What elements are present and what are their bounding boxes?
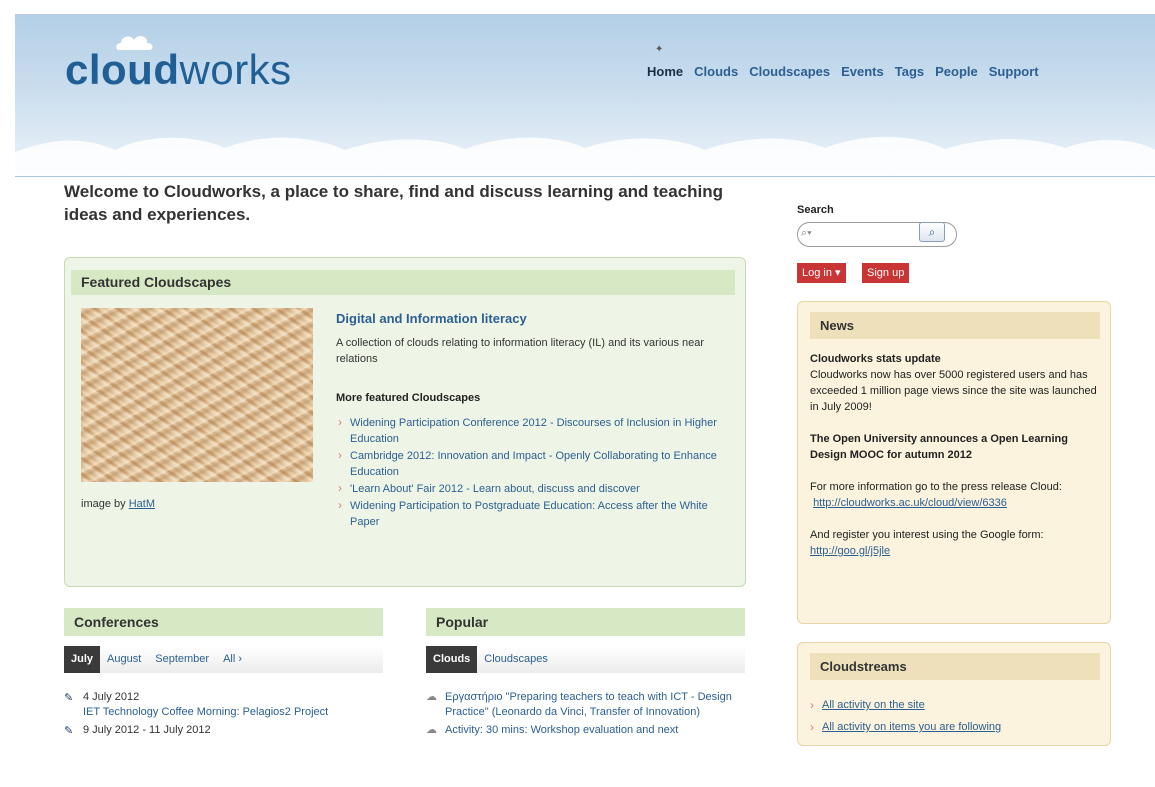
nav-marker-icon: ✦ — [655, 44, 664, 55]
tab-clouds[interactable]: Clouds — [426, 646, 478, 673]
conferences-panel: Conferences July August September All › … — [64, 608, 383, 741]
tab-august[interactable]: August — [100, 646, 148, 673]
image-credit: image by HatM — [81, 498, 155, 510]
event-date: 9 July 2012 - 11 July 2012 — [83, 724, 211, 736]
list-item: ✎ 9 July 2012 - 11 July 2012 — [64, 723, 383, 738]
cloud-icon: ☁ — [426, 724, 437, 736]
google-form-link[interactable]: http://goo.gl/j5jle — [810, 545, 890, 557]
nav-home[interactable]: Home — [647, 64, 683, 79]
cloudstream-link[interactable]: All activity on the site — [810, 698, 1001, 712]
popular-item-link[interactable]: ☁ Activity: 30 mins: Workshop evaluation… — [426, 723, 745, 738]
news-item-title: Cloudworks stats update — [810, 353, 941, 365]
popular-list: ☁ Εργαστήριο "Preparing teachers to teac… — [426, 690, 745, 738]
press-release-link[interactable]: http://cloudworks.ac.uk/cloud/view/6336 — [813, 497, 1007, 509]
popular-tabs: Clouds Cloudscapes — [426, 646, 745, 673]
search-label: Search — [797, 204, 834, 216]
conferences-tabs: July August September All › — [64, 646, 383, 673]
cloudstream-link[interactable]: All activity on items you are following — [810, 720, 1001, 734]
popular-item-text: Activity: 30 mins: Workshop evaluation a… — [445, 724, 679, 736]
more-featured-list: Widening Participation Conference 2012 -… — [336, 414, 736, 531]
featured-heading: Featured Cloudscapes — [71, 270, 735, 295]
list-item: ✎ 4 July 2012 IET Technology Coffee Morn… — [64, 690, 383, 720]
main-nav: Home Clouds Cloudscapes Events Tags Peop… — [647, 64, 1039, 79]
news-item-body: For more information go to the press rel… — [810, 481, 1062, 493]
login-button[interactable]: Log in ▾ — [797, 263, 846, 283]
tab-july[interactable]: July — [64, 646, 101, 673]
event-title-link[interactable]: IET Technology Coffee Morning: Pelagios2… — [83, 705, 383, 720]
popular-heading: Popular — [426, 608, 745, 636]
news-item-body: Cloudworks now has over 5000 registered … — [810, 369, 1097, 413]
popular-item-text: Εργαστήριο "Preparing teachers to teach … — [445, 691, 732, 718]
cloudstreams-heading: Cloudstreams — [810, 653, 1100, 680]
nav-cloudscapes[interactable]: Cloudscapes — [749, 64, 830, 79]
featured-title-link[interactable]: Digital and Information literacy — [336, 311, 527, 326]
events-list: ✎ 4 July 2012 IET Technology Coffee Morn… — [64, 690, 383, 738]
cloud-icon: ☁ — [426, 691, 437, 703]
pin-icon: ✎ — [64, 692, 74, 704]
nav-tags[interactable]: Tags — [895, 64, 924, 79]
more-featured-heading: More featured Cloudscapes — [336, 392, 481, 404]
tab-cloudscapes[interactable]: Cloudscapes — [477, 646, 555, 673]
conferences-heading: Conferences — [64, 608, 383, 636]
news-item-body: And register you interest using the Goog… — [810, 529, 1044, 541]
logo-bold-text: cloud — [65, 46, 180, 93]
image-credit-prefix: image by — [81, 498, 126, 510]
featured-cloudscapes-panel: Featured Cloudscapes image by HatM Digit… — [64, 257, 746, 587]
nav-support[interactable]: Support — [989, 64, 1039, 79]
event-date: 4 July 2012 — [83, 691, 140, 703]
tab-september[interactable]: September — [148, 646, 216, 673]
featured-image[interactable] — [81, 308, 313, 482]
search-icon: ⌕ — [928, 225, 936, 239]
image-credit-link[interactable]: HatM — [129, 498, 155, 510]
more-featured-link[interactable]: Cambridge 2012: Innovation and Impact - … — [336, 447, 736, 480]
popular-item-link[interactable]: ☁ Εργαστήριο "Preparing teachers to teac… — [426, 690, 745, 720]
welcome-heading: Welcome to Cloudworks, a place to share,… — [64, 182, 724, 224]
cloudstreams-list: All activity on the site All activity on… — [810, 698, 1001, 743]
cloud-band-decoration — [15, 136, 1155, 177]
tab-all[interactable]: All › — [216, 646, 249, 673]
more-featured-link[interactable]: 'Learn About' Fair 2012 - Learn about, d… — [336, 480, 736, 497]
nav-events[interactable]: Events — [841, 64, 884, 79]
news-item-title: The Open University announces a Open Lea… — [810, 433, 1068, 461]
nav-people[interactable]: People — [935, 64, 978, 79]
popular-panel: Popular Clouds Cloudscapes ☁ Εργαστήριο … — [426, 608, 745, 741]
signup-button[interactable]: Sign up — [862, 263, 910, 283]
site-header: cloudworks ✦ Home Clouds Cloudscapes Eve… — [15, 14, 1155, 177]
news-heading: News — [810, 312, 1100, 339]
news-panel: News Cloudworks stats update Cloudworks … — [797, 301, 1111, 624]
search-scope-icon[interactable]: ⌕▾ — [801, 227, 812, 240]
search-button[interactable]: ⌕ — [919, 222, 945, 242]
more-featured-link[interactable]: Widening Participation to Postgraduate E… — [336, 497, 736, 530]
more-featured-link[interactable]: Widening Participation Conference 2012 -… — [336, 414, 736, 447]
nav-clouds[interactable]: Clouds — [694, 64, 738, 79]
pin-icon: ✎ — [64, 725, 74, 737]
logo-light-text: works — [179, 46, 292, 93]
featured-description: A collection of clouds relating to infor… — [336, 337, 705, 365]
site-logo[interactable]: cloudworks — [65, 46, 292, 94]
search-input[interactable] — [816, 227, 916, 243]
cloudstreams-panel: Cloudstreams All activity on the site Al… — [797, 642, 1111, 746]
news-body: Cloudworks stats update Cloudworks now h… — [810, 351, 1102, 575]
